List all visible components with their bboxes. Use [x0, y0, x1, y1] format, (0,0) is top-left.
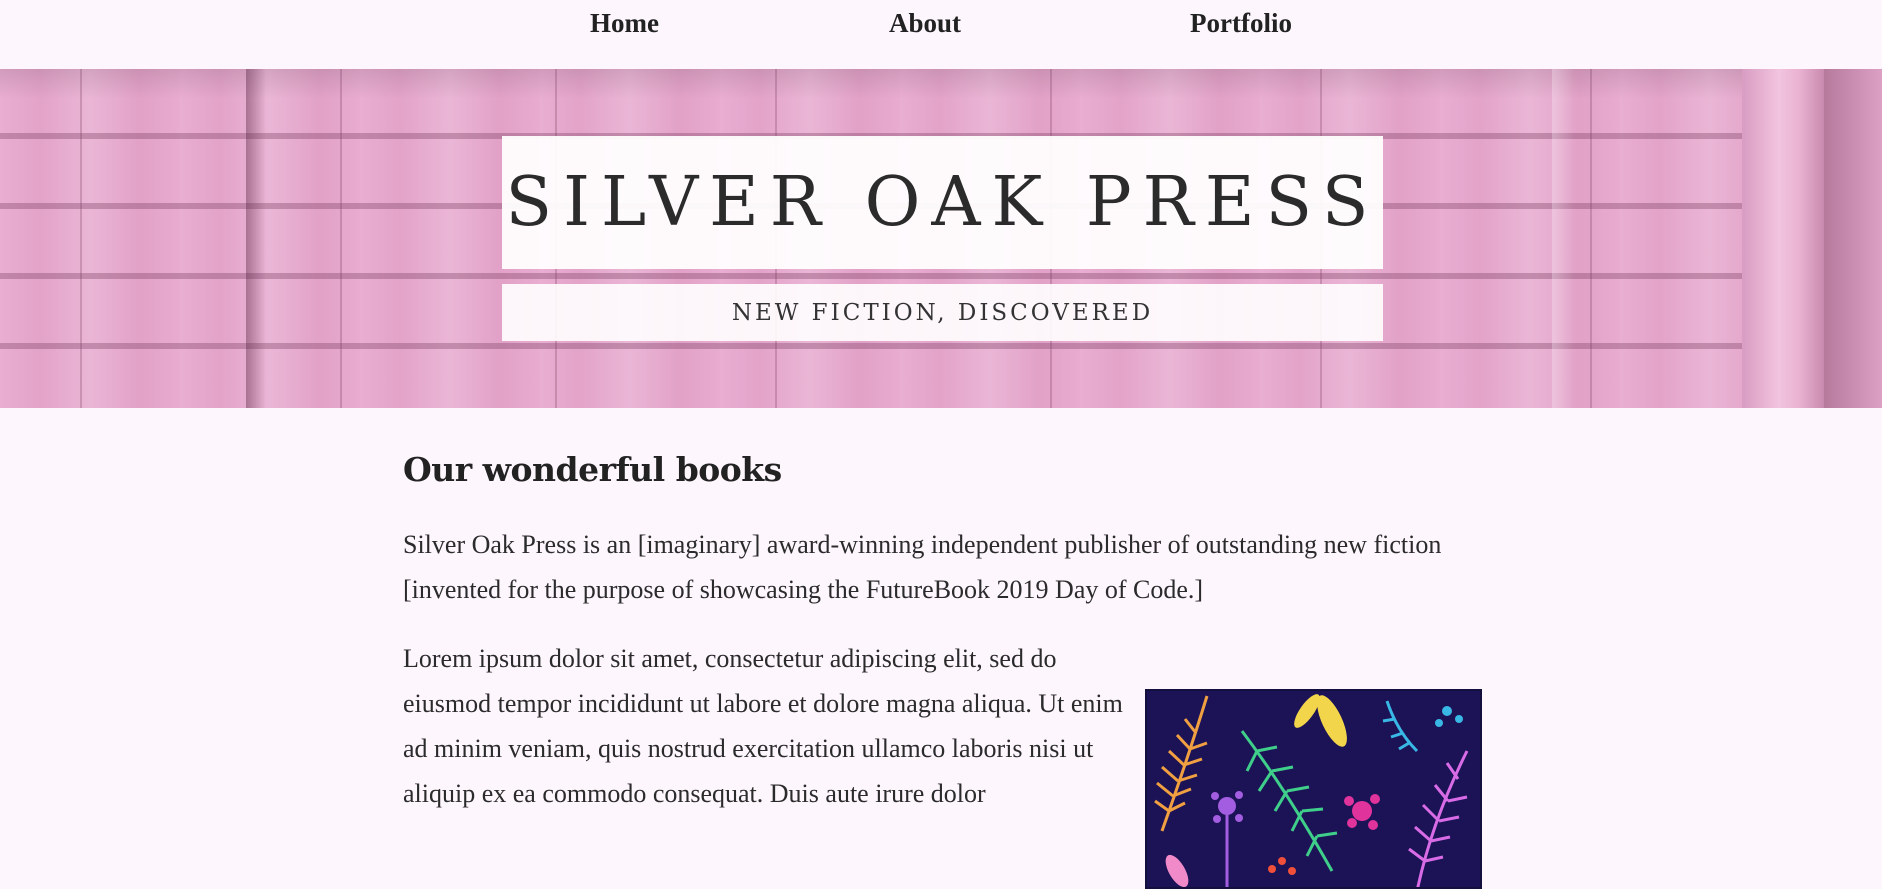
hero-banner: SILVER OAK PRESS NEW FICTION, DISCOVERED — [0, 69, 1882, 408]
brick-joint — [80, 69, 82, 408]
main-nav: Home About Portfolio — [0, 0, 1882, 69]
site-title: SILVER OAK PRESS — [505, 163, 1380, 242]
tagline-box: NEW FICTION, DISCOVERED — [502, 284, 1383, 341]
book-cover-image — [1145, 689, 1482, 889]
nav-about-link[interactable]: About — [889, 8, 961, 39]
site-tagline: NEW FICTION, DISCOVERED — [731, 299, 1154, 326]
site-title-box: SILVER OAK PRESS — [502, 136, 1383, 269]
brick-joint — [340, 69, 342, 408]
nav-portfolio-link[interactable]: Portfolio — [1190, 8, 1292, 39]
brick-joint — [1590, 69, 1592, 408]
brick-pillar-highlight — [1552, 69, 1574, 408]
brick-pillar-shadow — [246, 69, 266, 408]
lorem-paragraph: Lorem ipsum dolor sit amet, consectetur … — [403, 644, 1123, 808]
drain-pipe — [1742, 69, 1824, 408]
main-content: Our wonderful books Silver Oak Press is … — [403, 408, 1483, 889]
botanical-pattern — [1147, 691, 1480, 887]
intro-paragraph: Silver Oak Press is an [imaginary] award… — [403, 530, 1442, 604]
nav-home-link[interactable]: Home — [590, 8, 659, 39]
wall-edge — [1824, 69, 1882, 408]
section-heading: Our wonderful books — [403, 450, 782, 489]
